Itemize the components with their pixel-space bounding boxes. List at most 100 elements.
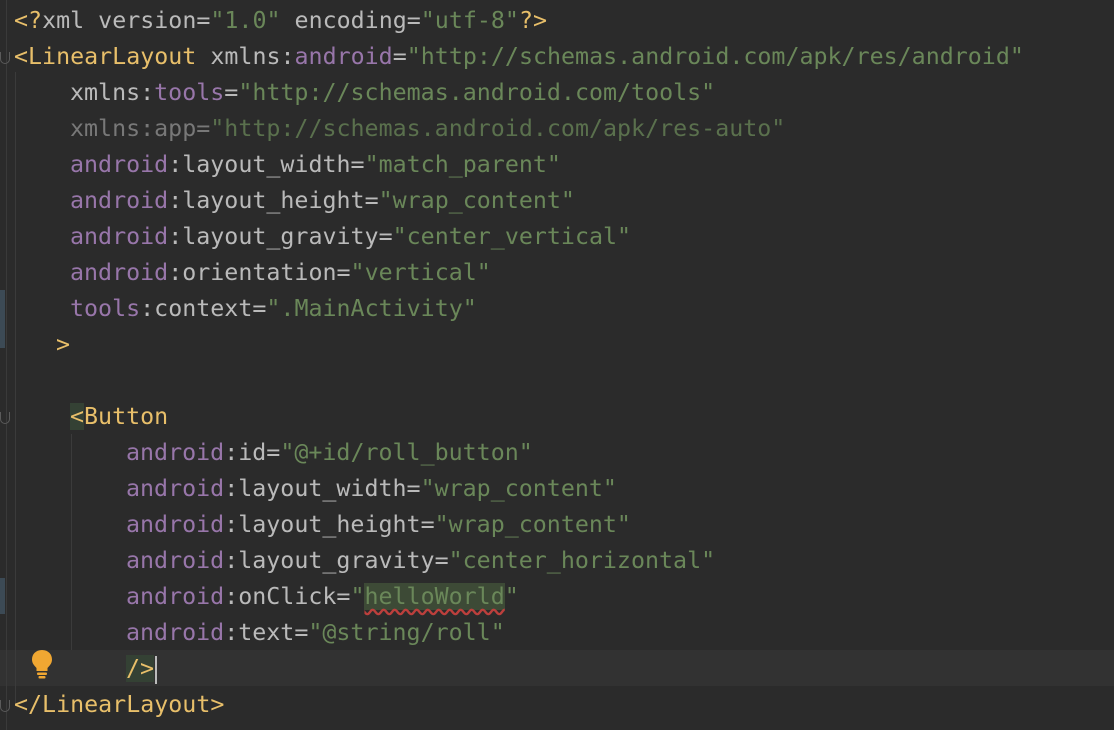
text-cursor	[155, 655, 158, 684]
attr-value: "http://schemas.android.com/tools"	[238, 79, 716, 106]
equals-sign: =	[406, 475, 421, 502]
namespace-prefix: android	[126, 439, 225, 466]
namespace-prefix: android	[126, 583, 225, 610]
attr-name: orientation	[182, 259, 337, 286]
code-line[interactable]: android:id="@+id/roll_button"	[126, 435, 533, 471]
code-line[interactable]: android:orientation="vertical"	[70, 255, 491, 291]
namespace-prefix: android	[70, 187, 169, 214]
attr-name: text	[238, 619, 295, 646]
colon: :	[168, 151, 183, 178]
code-line[interactable]: android:layout_gravity="center_vertical"	[70, 219, 631, 255]
code-line[interactable]: <Button	[70, 399, 168, 435]
unused-attr-name: xmlns:app=	[70, 115, 211, 142]
xml-decl-close: ?>	[518, 7, 548, 34]
equals-sign: =	[434, 547, 449, 574]
code-line[interactable]: android:text="@string/roll"	[126, 615, 505, 651]
attr-name: layout_height	[238, 511, 421, 538]
code-line[interactable]: android:layout_height="wrap_content"	[126, 507, 631, 543]
colon: :	[224, 439, 239, 466]
colon: :	[140, 295, 155, 322]
attr-name: encoding=	[280, 7, 421, 34]
namespace-prefix: android	[126, 475, 225, 502]
tag-bracket: <	[70, 403, 85, 430]
colon: :	[168, 259, 183, 286]
attr-value: "utf-8"	[420, 7, 519, 34]
equals-sign: =	[364, 187, 379, 214]
quote: "	[504, 583, 519, 610]
attr-value: "@+id/roll_button"	[280, 439, 533, 466]
attr-value: "vertical"	[350, 259, 491, 286]
equals-sign: =	[350, 151, 365, 178]
colon: :	[224, 547, 239, 574]
attr-name: id	[238, 439, 267, 466]
indent-guide	[15, 72, 16, 704]
code-line[interactable]: <LinearLayout xmlns:android="http://sche…	[14, 39, 1024, 75]
change-marker	[0, 290, 5, 348]
attr-value: "center_vertical"	[392, 223, 632, 250]
code-line[interactable]: >	[56, 327, 70, 363]
code-line[interactable]: android:layout_width="match_parent"	[70, 147, 561, 183]
attr-name: layout_height	[182, 187, 365, 214]
attr-value: "wrap_content"	[378, 187, 575, 214]
colon: :	[224, 511, 239, 538]
fold-icon[interactable]	[0, 412, 12, 426]
attr-name: xmlns:	[196, 43, 295, 70]
attr-value: "match_parent"	[364, 151, 561, 178]
code-editor[interactable]: <?xml version="1.0" encoding="utf-8"?> <…	[0, 0, 1114, 730]
code-line[interactable]: xmlns:tools="http://schemas.android.com/…	[70, 75, 715, 111]
attr-name: layout_gravity	[182, 223, 379, 250]
attr-name: version=	[84, 7, 211, 34]
indent-guide	[71, 434, 72, 650]
unresolved-method-reference[interactable]: helloWorld	[364, 583, 505, 610]
tag-linearlayout-close: </LinearLayout>	[14, 691, 225, 718]
equals-sign: =	[392, 43, 407, 70]
unused-attr-value: "http://schemas.android.com/apk/res-auto…	[210, 115, 786, 142]
code-line[interactable]: xmlns:app="http://schemas.android.com/ap…	[70, 111, 785, 147]
code-line[interactable]: tools:context=".MainActivity"	[70, 291, 477, 327]
namespace-prefix: android	[294, 43, 393, 70]
attr-name: layout_width	[238, 475, 407, 502]
code-line[interactable]: android:layout_gravity="center_horizonta…	[126, 543, 715, 579]
namespace-prefix: android	[70, 259, 169, 286]
code-line[interactable]: />	[126, 651, 158, 687]
equals-sign: =	[252, 295, 267, 322]
equals-sign: =	[266, 439, 281, 466]
lightbulb-icon[interactable]	[30, 648, 54, 680]
attr-name: layout_gravity	[238, 547, 435, 574]
attr-value: "1.0"	[210, 7, 281, 34]
namespace-prefix: android	[126, 619, 225, 646]
fold-icon[interactable]	[0, 52, 12, 66]
colon: :	[168, 223, 183, 250]
attr-value: "center_horizontal"	[448, 547, 716, 574]
code-line[interactable]: android:onClick="helloWorld"	[126, 579, 519, 615]
gutter-separator	[6, 0, 7, 730]
current-line-highlight	[0, 650, 1114, 686]
namespace-prefix: android	[70, 151, 169, 178]
attr-value: "wrap_content"	[434, 511, 631, 538]
colon: :	[224, 583, 239, 610]
code-line[interactable]: android:layout_height="wrap_content"	[70, 183, 575, 219]
colon: :	[224, 619, 239, 646]
tag-close-bracket: >	[56, 331, 71, 358]
code-line[interactable]: </LinearLayout>	[14, 687, 224, 723]
namespace-prefix: android	[70, 223, 169, 250]
code-line[interactable]: android:layout_width="wrap_content"	[126, 471, 617, 507]
fold-icon[interactable]	[0, 700, 12, 714]
namespace-prefix: tools	[154, 79, 225, 106]
attr-value: "wrap_content"	[420, 475, 617, 502]
equals-sign: =	[378, 223, 393, 250]
attr-name: xmlns:	[70, 79, 155, 106]
attr-name: layout_width	[182, 151, 351, 178]
equals-sign: =	[420, 511, 435, 538]
namespace-prefix: android	[126, 511, 225, 538]
equals-sign: =	[224, 79, 239, 106]
attr-value: ".MainActivity"	[266, 295, 477, 322]
attr-name: onClick	[238, 583, 337, 610]
xml-decl-open: <?	[14, 7, 43, 34]
quote: "	[350, 583, 365, 610]
tag-linearlayout-open: <LinearLayout	[14, 43, 197, 70]
namespace-prefix: tools	[70, 295, 141, 322]
tag-button-open: Button	[84, 403, 169, 430]
attr-name: context	[154, 295, 253, 322]
code-line[interactable]: <?xml version="1.0" encoding="utf-8"?>	[14, 3, 547, 39]
